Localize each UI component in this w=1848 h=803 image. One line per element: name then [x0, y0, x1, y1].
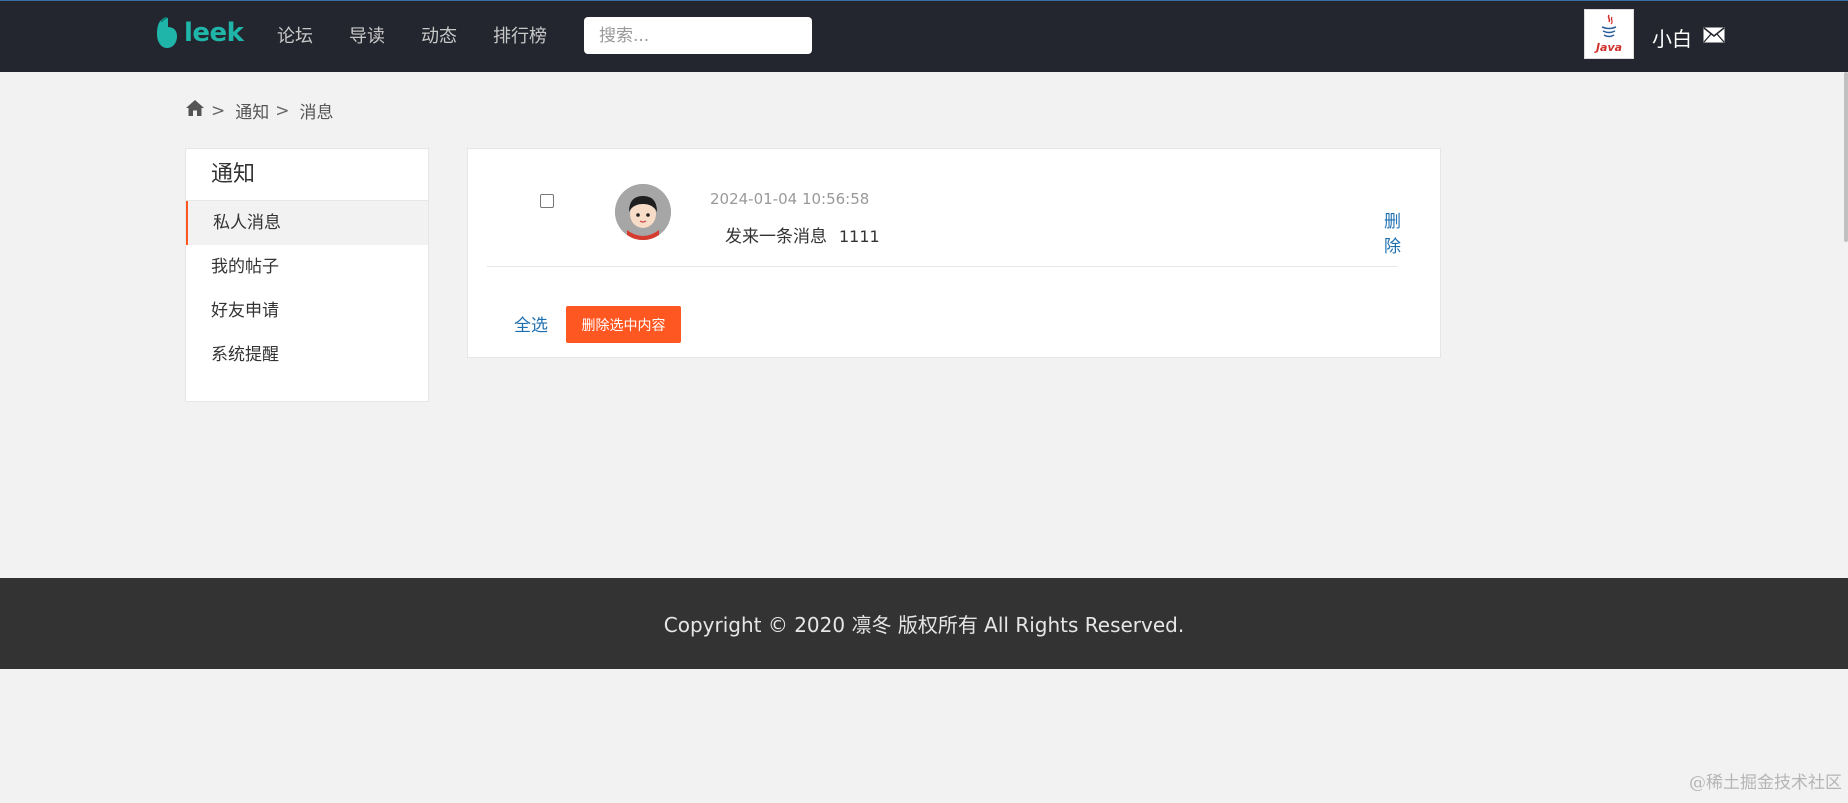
copyright-text: Copyright © 2020 凛冬 版权所有 All Rights Rese…	[663, 613, 1185, 637]
page-footer: Copyright © 2020 凛冬 版权所有 All Rights Rese…	[0, 578, 1848, 669]
breadcrumb-separator: >	[275, 100, 290, 121]
avatar-label: Java	[1595, 41, 1623, 54]
message-action: 发来一条消息	[725, 227, 827, 247]
breadcrumb: > 通知 > 消息	[185, 98, 334, 123]
sidebar-title: 通知	[186, 149, 428, 201]
watermark: @稀土掘金技术社区	[1689, 773, 1842, 793]
site-logo[interactable]: leek	[154, 13, 244, 53]
sidebar-item-friend-requests[interactable]: 好友申请	[186, 289, 428, 333]
sidebar-item-my-posts[interactable]: 我的帖子	[186, 245, 428, 289]
top-header: leek 论坛 导读 动态 排行榜 Java 小白	[0, 0, 1848, 72]
message-checkbox[interactable]	[540, 194, 554, 208]
scrollbar-thumb[interactable]	[1844, 72, 1848, 242]
sender-avatar[interactable]	[615, 184, 671, 240]
sidebar-item-system-alerts[interactable]: 系统提醒	[186, 333, 428, 377]
nav-activity[interactable]: 动态	[421, 22, 457, 48]
nav-forum[interactable]: 论坛	[277, 22, 313, 48]
breadcrumb-notification[interactable]: 通知	[235, 98, 269, 123]
delete-message-link[interactable]: 删除	[1384, 207, 1401, 257]
delete-selected-button[interactable]: 删除选中内容	[566, 306, 681, 343]
nav-ranking[interactable]: 排行榜	[493, 22, 547, 48]
message-time: 2024-01-04 10:56:58	[710, 190, 870, 208]
username[interactable]: 小白	[1652, 23, 1692, 52]
logo-text: leek	[184, 18, 244, 48]
home-icon[interactable]	[185, 98, 205, 123]
message-content: 1111	[839, 227, 880, 246]
search-input[interactable]	[584, 17, 812, 54]
list-item: 2024-01-04 10:56:58 发来一条消息 1111 删除	[487, 149, 1401, 267]
breadcrumb-message: 消息	[299, 103, 334, 123]
java-cup-icon	[1601, 14, 1617, 38]
breadcrumb-separator: >	[211, 100, 226, 121]
notification-sidebar: 通知 私人消息 我的帖子 好友申请 系统提醒	[185, 148, 429, 402]
message-panel: 2024-01-04 10:56:58 发来一条消息 1111 删除 全选 删除选…	[467, 148, 1441, 358]
logo-mark-icon	[154, 16, 180, 50]
main-nav: 论坛 导读 动态 排行榜	[277, 1, 583, 69]
select-all-link[interactable]: 全选	[514, 311, 548, 336]
nav-guide[interactable]: 导读	[349, 22, 385, 48]
sidebar-item-private-messages[interactable]: 私人消息	[186, 201, 428, 245]
message-text: 发来一条消息 1111	[725, 222, 880, 247]
mail-icon[interactable]	[1703, 27, 1725, 43]
user-avatar[interactable]: Java	[1584, 9, 1634, 59]
